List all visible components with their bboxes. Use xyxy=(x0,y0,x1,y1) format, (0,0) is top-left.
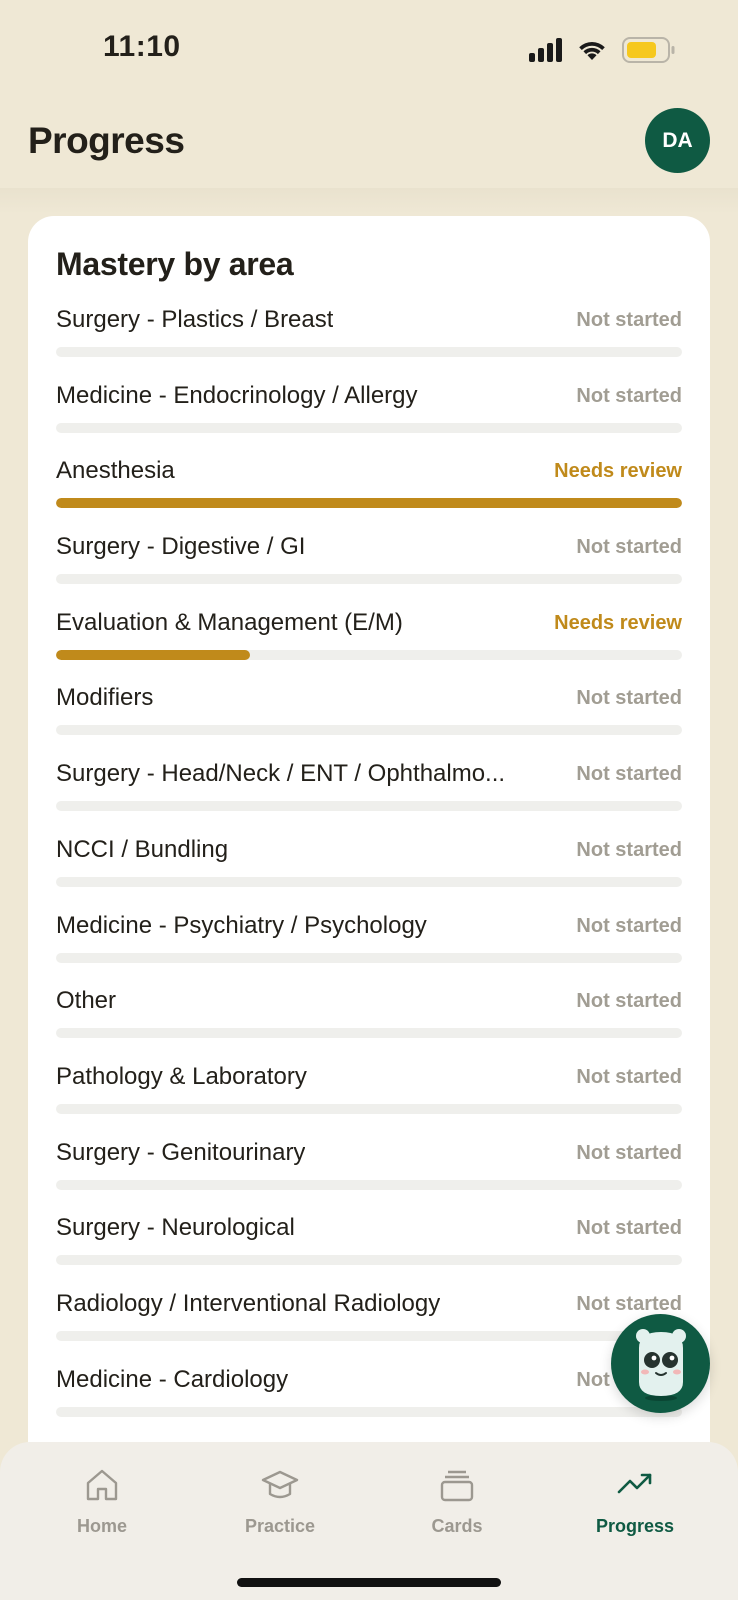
progress-track xyxy=(56,347,682,357)
area-name: Modifiers xyxy=(56,684,154,712)
area-name: Surgery - Genitourinary xyxy=(56,1138,306,1166)
mastery-area-row[interactable]: NCCI / Bundling Not started xyxy=(56,834,682,910)
status-bar: 11:10 xyxy=(0,0,738,100)
progress-track xyxy=(56,498,682,509)
area-name: Radiology / Interventional Radiology xyxy=(56,1289,441,1317)
page-title: Progress xyxy=(28,120,185,161)
status-badge: Not started xyxy=(576,1141,682,1164)
area-name: Surgery - Plastics / Breast xyxy=(56,306,334,333)
status-badge: Not started xyxy=(576,763,682,786)
area-name: Surgery - Head/Neck / ENT / Ophthalmo... xyxy=(56,760,506,788)
cards-stack-icon xyxy=(440,1470,474,1502)
header-divider xyxy=(0,188,738,214)
progress-track xyxy=(56,1028,682,1039)
cellular-signal-icon xyxy=(529,38,562,62)
progress-track xyxy=(56,725,682,736)
area-name: Surgery - Digestive / GI xyxy=(56,533,306,561)
mastery-area-row[interactable]: Medicine - Endocrinology / Allergy Not st… xyxy=(56,380,682,456)
mastery-area-row[interactable]: Surgery - Genitourinary Not started xyxy=(56,1137,682,1213)
status-badge: Not started xyxy=(576,309,682,331)
mastery-area-row[interactable]: Anesthesia Needs review xyxy=(56,455,682,531)
area-name: Other xyxy=(56,987,117,1015)
wifi-icon xyxy=(579,41,605,60)
home-indicator xyxy=(237,1578,501,1587)
tab-home-label: Home xyxy=(76,1516,127,1536)
mascot-assistant-button[interactable] xyxy=(611,1314,710,1413)
status-badge: Needs review xyxy=(554,460,682,483)
mastery-area-row[interactable]: Other Not started xyxy=(56,985,682,1061)
mastery-area-row[interactable]: Radiology / Interventional Radiology Not … xyxy=(56,1288,682,1364)
area-name: Evaluation & Management (E/M) xyxy=(56,608,403,636)
progress-fill xyxy=(56,498,682,509)
tab-cards-label: Cards xyxy=(431,1516,483,1536)
progress-fill xyxy=(56,649,251,660)
avatar[interactable]: DA xyxy=(645,108,710,173)
mascot-icon xyxy=(635,1328,686,1401)
mastery-area-row[interactable]: Modifiers Not started xyxy=(56,682,682,758)
tab-practice[interactable]: Practice xyxy=(210,1466,350,1556)
home-icon xyxy=(86,1469,118,1501)
tab-progress-label: Progress xyxy=(595,1516,675,1536)
progress-track xyxy=(56,876,682,887)
progress-track xyxy=(56,574,682,585)
progress-track xyxy=(56,1179,682,1190)
progress-track xyxy=(56,1330,682,1341)
status-badge: Not started xyxy=(576,1292,682,1315)
mastery-area-row[interactable]: Surgery - Head/Neck / ENT / Ophthalmo...… xyxy=(56,758,682,834)
mastery-area-row[interactable]: Surgery - Digestive / GI Not started xyxy=(56,531,682,607)
status-badge: Not started xyxy=(576,536,682,559)
progress-track xyxy=(56,649,682,660)
status-badge: Not started xyxy=(576,384,682,407)
tab-practice-label: Practice xyxy=(244,1516,316,1536)
mastery-area-row[interactable]: Evaluation & Management (E/M) Needs revie… xyxy=(56,607,682,683)
area-name: Medicine - Psychiatry / Psychology xyxy=(56,911,427,939)
status-badge: Not started xyxy=(576,914,682,937)
mastery-title: Mastery by area xyxy=(56,246,294,282)
tab-bar: Home Practice Cards Progress xyxy=(0,1442,738,1600)
status-badge: Not started xyxy=(576,687,682,710)
mastery-area-row[interactable]: Medicine - CardiologyNot started xyxy=(56,1364,682,1440)
area-name: Pathology & Laboratory xyxy=(56,1062,307,1090)
area-name: Medicine - Cardiology xyxy=(56,1365,289,1393)
battery-icon xyxy=(622,37,675,63)
status-badge: Needs review xyxy=(554,611,682,634)
mastery-area-row[interactable]: Surgery - Neurological Not started xyxy=(56,1212,682,1288)
progress-track xyxy=(56,422,682,433)
header: Progress DA xyxy=(0,100,738,190)
mastery-area-row[interactable]: Medicine - Psychiatry / Psychology Not st… xyxy=(56,910,682,986)
tab-home[interactable]: Home xyxy=(32,1466,172,1556)
status-badge: Not started xyxy=(576,990,682,1013)
area-name: Anesthesia xyxy=(56,457,175,485)
status-badge: Not started xyxy=(576,838,682,861)
progress-track xyxy=(56,1103,682,1114)
progress-track xyxy=(56,801,682,812)
progress-track xyxy=(56,952,682,963)
status-time: 11:10 xyxy=(103,30,181,63)
mastery-area-row[interactable]: Surgery - Plastics / Breast Not started xyxy=(56,304,682,380)
mastery-area-row[interactable]: Pathology & Laboratory Not started xyxy=(56,1061,682,1137)
mastery-card: Mastery by area Surgery - Plastics / Bre… xyxy=(28,216,710,1516)
tab-cards[interactable]: Cards xyxy=(387,1466,527,1556)
mastery-area-list: Surgery - Plastics / Breast Not started Me… xyxy=(56,304,682,1439)
trending-up-icon xyxy=(617,1473,652,1494)
area-name: NCCI / Bundling xyxy=(56,835,229,863)
status-badge: Not started xyxy=(576,1217,682,1240)
area-name: Medicine - Endocrinology / Allergy xyxy=(56,381,418,409)
area-name: Surgery - Neurological xyxy=(56,1214,295,1242)
status-badge: Not started xyxy=(576,1065,682,1088)
progress-track xyxy=(56,1406,682,1417)
progress-track xyxy=(56,1255,682,1266)
tab-progress[interactable]: Progress xyxy=(565,1466,705,1556)
graduation-cap-icon xyxy=(261,1470,299,1499)
status-icons xyxy=(529,36,676,64)
